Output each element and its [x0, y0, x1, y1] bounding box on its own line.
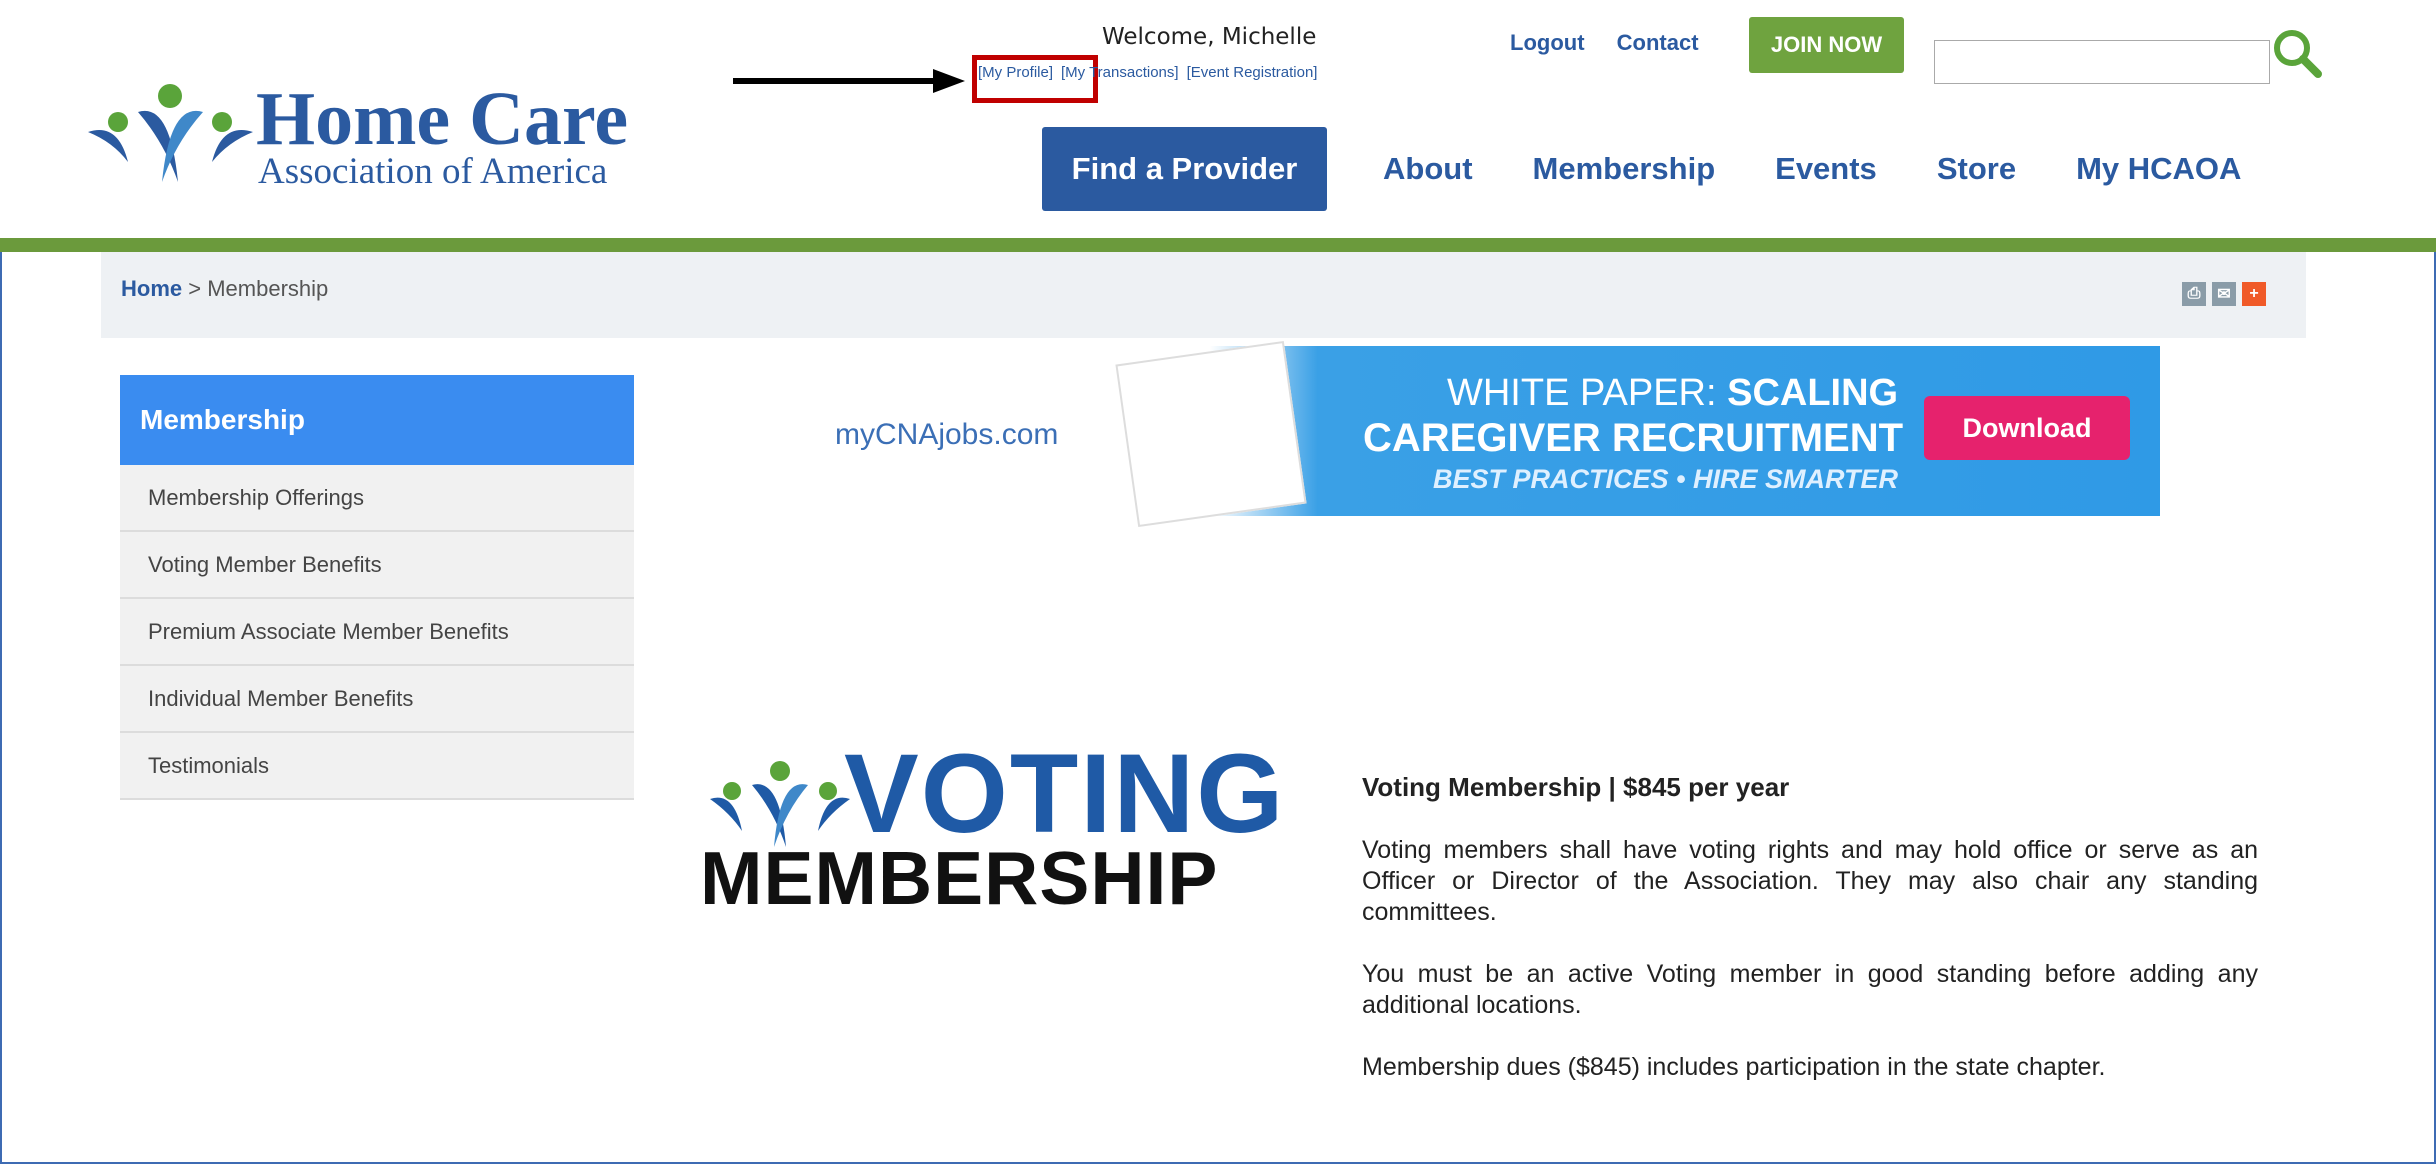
find-provider-button[interactable]: Find a Provider	[1042, 127, 1327, 211]
nav-item-my-hcaoa[interactable]: My HCAOA	[2076, 151, 2241, 187]
sidebar-item-membership-offerings[interactable]: Membership Offerings	[120, 465, 634, 532]
site-header: Home Care Association of America Welcome…	[0, 0, 2436, 240]
sidebar-title[interactable]: Membership	[120, 375, 634, 465]
breadcrumb: Home > Membership ⎙ ✉ +	[101, 252, 2306, 338]
banner-line2: CAREGIVER RECRUITMENT	[1363, 416, 1904, 460]
contact-link[interactable]: Contact	[1617, 30, 1699, 55]
my-profile-link[interactable]: [My Profile]	[978, 64, 1053, 81]
share-tools: ⎙ ✉ +	[2182, 282, 2266, 306]
people-logo-icon	[88, 84, 253, 182]
my-transactions-link[interactable]: [My Transactions]	[1061, 64, 1179, 81]
whitepaper-image	[1115, 340, 1307, 528]
logout-link[interactable]: Logout	[1510, 30, 1585, 55]
voting-membership-logo: VOTING MEMBERSHIP	[700, 731, 1283, 935]
content-paragraph: Voting members shall have voting rights …	[1362, 836, 2258, 926]
logo-subtitle: Association of America	[258, 151, 608, 192]
user-links: [My Profile] [My Transactions] [Event Regi…	[978, 64, 1325, 81]
banner-brand: myCNAjobs.com	[835, 418, 1059, 451]
content-heading: Voting Membership | $845 per year	[1362, 772, 1790, 802]
nav-item-store[interactable]: Store	[1937, 151, 2016, 187]
breadcrumb-home-link[interactable]: Home	[121, 276, 182, 301]
sidebar: Membership Membership Offerings Voting M…	[120, 375, 634, 800]
banner-line1-a: WHITE PAPER:	[1447, 372, 1728, 414]
sidebar-item-testimonials[interactable]: Testimonials	[120, 733, 634, 800]
breadcrumb-separator: >	[188, 276, 202, 301]
nav-item-about[interactable]: About	[1383, 151, 1473, 187]
main-nav: Find a Provider About Membership Events …	[1042, 127, 2301, 211]
download-button[interactable]: Download	[1924, 396, 2130, 460]
membership-word: MEMBERSHIP	[700, 836, 1219, 920]
top-links: Logout Contact	[1510, 30, 1725, 56]
banner-line1: WHITE PAPER: SCALING	[1447, 372, 1898, 415]
sidebar-item-premium-associate-benefits[interactable]: Premium Associate Member Benefits	[120, 599, 634, 666]
email-icon[interactable]: ✉	[2212, 282, 2236, 306]
sidebar-item-voting-member-benefits[interactable]: Voting Member Benefits	[120, 532, 634, 599]
print-icon[interactable]: ⎙	[2182, 282, 2206, 306]
nav-item-events[interactable]: Events	[1775, 151, 1877, 187]
content-paragraph: You must be an active Voting member in g…	[1362, 960, 2258, 1019]
header-divider	[0, 238, 2436, 252]
breadcrumb-trail: Home > Membership	[121, 276, 328, 302]
join-now-button[interactable]: JOIN NOW	[1749, 17, 1904, 73]
nav-item-membership[interactable]: Membership	[1533, 151, 1716, 187]
breadcrumb-current: Membership	[207, 276, 329, 301]
event-registration-link[interactable]: [Event Registration]	[1187, 64, 1318, 81]
main-content: Voting Membership | $845 per year Voting…	[1362, 772, 2258, 1114]
ad-banner[interactable]: myCNAjobs.com WHITE PAPER: SCALING CAREG…	[835, 340, 2160, 528]
site-logo[interactable]: Home Care Association of America	[88, 72, 628, 202]
welcome-text: Welcome, Michelle	[1102, 24, 1317, 50]
search-input[interactable]	[1934, 40, 2270, 84]
annotation-arrow-icon	[733, 69, 965, 93]
banner-line3: BEST PRACTICES • HIRE SMARTER	[1433, 464, 1898, 494]
sidebar-item-individual-member-benefits[interactable]: Individual Member Benefits	[120, 666, 634, 733]
add-share-icon[interactable]: +	[2242, 282, 2266, 306]
banner-line1-b: SCALING	[1727, 372, 1899, 414]
search-icon[interactable]	[2272, 28, 2324, 80]
content-paragraph: Membership dues ($845) includes particip…	[1362, 1053, 2106, 1081]
